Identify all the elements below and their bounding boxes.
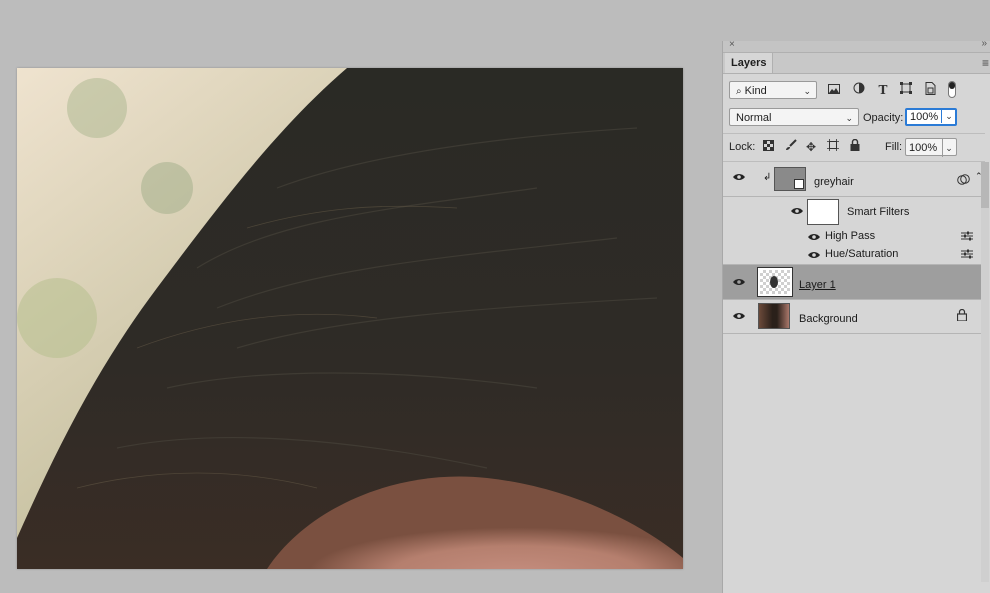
eye-icon[interactable] xyxy=(733,172,745,184)
layer-name: Smart Filters xyxy=(847,206,910,218)
shape-layer-filter-icon[interactable] xyxy=(898,82,914,98)
eye-icon[interactable] xyxy=(791,206,803,218)
filter-row-hue-saturation[interactable]: Hue/Saturation xyxy=(723,246,985,265)
chevron-down-icon: ⌄ xyxy=(803,86,811,96)
lock-artboard-icon[interactable] xyxy=(825,139,841,155)
lock-all-icon[interactable] xyxy=(847,138,863,155)
eye-icon[interactable] xyxy=(808,232,820,244)
search-icon: ⌕ xyxy=(736,86,742,97)
smart-filter-options-icon[interactable] xyxy=(957,174,970,188)
fill-label: Fill: xyxy=(885,141,903,153)
collapse-panel-icon[interactable]: » xyxy=(981,38,987,49)
layer-row-smart-filters[interactable]: Smart Filters xyxy=(723,196,985,228)
type-layer-filter-icon[interactable]: T xyxy=(875,82,891,98)
document-canvas[interactable] xyxy=(17,68,683,569)
blend-mode-select[interactable]: Normal ⌄ xyxy=(729,108,859,126)
kind-label: Kind xyxy=(744,85,767,97)
clipping-mask-icon: ↲ xyxy=(763,172,772,183)
lock-transparent-pixels-icon[interactable] xyxy=(760,139,776,155)
lock-position-icon[interactable]: ✥ xyxy=(803,139,819,155)
layer-name[interactable]: Layer 1 xyxy=(799,279,836,291)
layer-thumbnail xyxy=(758,303,790,329)
filter-mask-thumbnail[interactable] xyxy=(807,199,839,225)
chevron-down-icon[interactable]: ⌄ xyxy=(942,139,955,157)
adjustment-layer-filter-icon[interactable] xyxy=(851,82,867,98)
layer-thumbnail xyxy=(774,167,806,191)
layers-scroll-thumb[interactable] xyxy=(981,162,989,208)
smart-object-filter-icon[interactable] xyxy=(922,82,938,98)
panel-title-bar: × » xyxy=(723,38,990,53)
opacity-field[interactable]: 100% ⌄ xyxy=(905,108,957,126)
filter-row-high-pass[interactable]: High Pass xyxy=(723,228,985,246)
layer-name: greyhair xyxy=(814,176,854,188)
filter-row: ⌕ Kind ⌄ T xyxy=(723,78,990,102)
layers-panel: × » Layers ≡ ⌕ Kind ⌄ T Normal ⌄ Opacity… xyxy=(722,38,990,593)
layer-row-background[interactable]: Background xyxy=(723,299,985,334)
lock-icon xyxy=(956,308,968,324)
eye-icon[interactable] xyxy=(808,250,820,262)
fill-value: 100% xyxy=(909,142,938,154)
layer-row-greyhair[interactable]: ↲ greyhair ⌃ xyxy=(723,162,985,197)
chevron-down-icon: ⌄ xyxy=(845,113,853,123)
opacity-label: Opacity: xyxy=(863,112,904,124)
lock-label: Lock: xyxy=(729,141,756,153)
blend-row: Normal ⌄ Opacity: 100% ⌄ xyxy=(723,105,990,129)
lock-image-pixels-icon[interactable] xyxy=(783,139,799,155)
lock-row: Lock: ✥ Fill: 100% ⌄ xyxy=(723,134,990,160)
layer-row-layer-1[interactable]: Layer 1 xyxy=(723,265,985,300)
layer-name: Background xyxy=(799,313,858,325)
eye-icon[interactable] xyxy=(733,277,745,289)
filter-name: Hue/Saturation xyxy=(825,248,899,260)
blending-options-icon[interactable] xyxy=(961,249,973,262)
layer-thumbnail xyxy=(757,267,793,297)
panel-tab-bar: Layers ≡ xyxy=(723,53,990,74)
kind-filter-select[interactable]: ⌕ Kind ⌄ xyxy=(729,81,817,99)
opacity-value: 100% xyxy=(910,111,939,123)
layers-scrollbar[interactable] xyxy=(981,162,989,582)
eye-icon[interactable] xyxy=(733,311,745,323)
close-panel-icon[interactable]: × xyxy=(729,39,735,50)
blending-options-icon[interactable] xyxy=(961,231,973,244)
hair-photo xyxy=(17,68,683,569)
tab-layers[interactable]: Layers xyxy=(725,53,774,73)
filter-name: High Pass xyxy=(825,230,876,242)
chevron-down-icon[interactable]: ⌄ xyxy=(941,109,956,123)
smart-object-badge-icon xyxy=(794,179,804,189)
pixel-layer-filter-icon[interactable] xyxy=(826,82,842,98)
blend-mode-value: Normal xyxy=(736,112,772,124)
filter-toggle-switch[interactable] xyxy=(948,81,956,98)
panel-menu-icon[interactable]: ≡ xyxy=(982,56,989,70)
fill-field[interactable]: 100% ⌄ xyxy=(905,138,957,157)
